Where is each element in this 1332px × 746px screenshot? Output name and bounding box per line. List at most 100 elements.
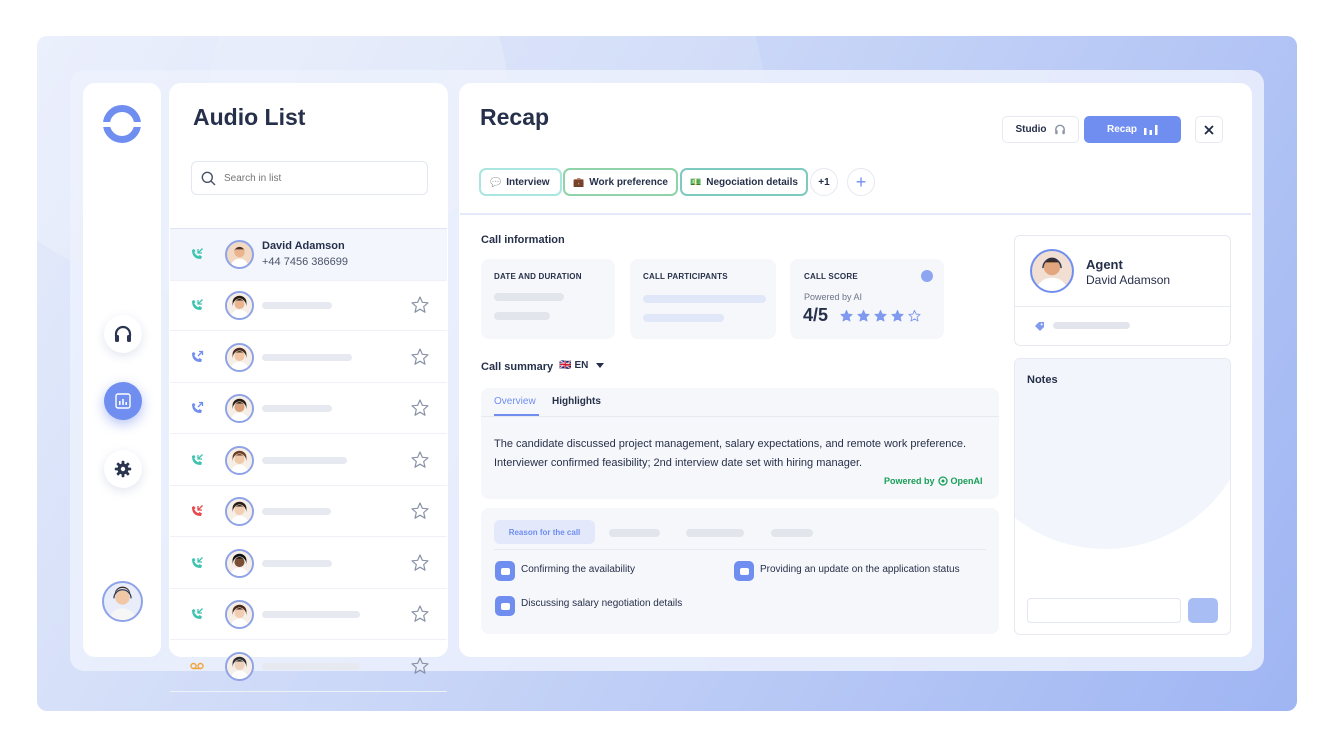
tab-placeholder[interactable] <box>609 529 660 537</box>
tag-icon <box>1035 322 1044 331</box>
search-input[interactable] <box>224 172 414 184</box>
list-item[interactable] <box>170 435 447 486</box>
missed-call-icon <box>192 505 203 516</box>
call-summary-title: Call summary <box>481 361 554 373</box>
incoming-call-icon <box>192 556 203 568</box>
contact-avatar <box>225 600 254 629</box>
app-logo[interactable] <box>101 105 143 143</box>
contact-avatar <box>225 342 254 372</box>
tab-placeholder[interactable] <box>771 529 813 537</box>
star-filled-icon <box>874 309 887 322</box>
more-tags-button[interactable]: +1 <box>810 168 838 196</box>
contact-avatar <box>225 394 254 423</box>
list-item[interactable] <box>170 486 447 537</box>
list-item-selected[interactable]: David Adamson +44 7456 386699 <box>170 228 447 281</box>
add-tag-button[interactable]: + <box>847 168 875 196</box>
name-placeholder <box>262 559 332 567</box>
incoming-call-icon <box>192 608 203 619</box>
studio-button[interactable]: Studio <box>1002 116 1079 143</box>
name-placeholder <box>262 611 360 618</box>
participants-label: CALL PARTICIPANTS <box>643 272 728 281</box>
name-placeholder <box>262 302 332 309</box>
notes-input[interactable] <box>1027 598 1181 623</box>
studio-label: Studio <box>1015 124 1047 135</box>
agent-label: Agent <box>1086 257 1123 272</box>
tab-overview[interactable]: Overview <box>494 396 536 407</box>
summary-text: The candidate discussed project manageme… <box>494 438 967 469</box>
tab-reason[interactable]: Reason for the call <box>494 520 595 544</box>
tag-label: Interview <box>506 176 550 188</box>
tag-negociation[interactable]: 💵 Negociation details <box>680 168 808 196</box>
notes-title: Notes <box>1027 374 1058 386</box>
message-icon <box>495 596 515 616</box>
star-icon[interactable] <box>410 295 430 315</box>
list-item[interactable] <box>170 538 447 589</box>
recap-button[interactable]: Recap <box>1084 116 1181 143</box>
powered-by-openai: Powered by OpenAI <box>884 476 983 486</box>
contact-avatar <box>225 497 254 526</box>
incoming-call-icon <box>192 299 203 310</box>
star-icon[interactable] <box>410 656 430 676</box>
placeholder-bar <box>643 314 724 322</box>
placeholder-bar <box>494 312 550 320</box>
outgoing-call-icon <box>192 401 204 413</box>
star-icon[interactable] <box>410 553 430 573</box>
provider-label: OpenAI <box>950 476 983 486</box>
recap-title: Recap <box>480 104 550 130</box>
gear-icon <box>114 460 132 478</box>
name-placeholder <box>262 405 332 412</box>
star-icon[interactable] <box>410 501 430 521</box>
score-value: 4/5 <box>803 305 829 325</box>
tab-placeholder[interactable] <box>686 529 744 537</box>
star-icon[interactable] <box>410 347 430 367</box>
powered-by-label: Powered by <box>884 476 935 486</box>
reasons-divider <box>494 549 986 550</box>
call-score-label: CALL SCORE <box>804 272 858 281</box>
search-box[interactable] <box>191 161 428 195</box>
user-avatar[interactable] <box>102 581 143 622</box>
nav-recap-button[interactable] <box>104 382 142 420</box>
list-item[interactable] <box>170 332 447 383</box>
language-label: EN <box>574 360 589 371</box>
agent-divider <box>1015 306 1230 307</box>
reason-item: Confirming the availability <box>521 564 635 575</box>
info-icon[interactable] <box>921 270 933 282</box>
name-placeholder <box>262 662 360 670</box>
language-selector[interactable]: 🇬🇧 EN <box>559 360 605 371</box>
openai-logo-icon <box>937 476 948 486</box>
contact-avatar <box>225 548 254 578</box>
list-item[interactable] <box>170 383 447 434</box>
search-icon <box>201 171 216 185</box>
reason-item: Discussing salary negotiation details <box>521 598 683 609</box>
list-item[interactable] <box>170 641 447 692</box>
star-icon[interactable] <box>410 604 430 624</box>
agent-name: David Adamson <box>1086 273 1171 287</box>
star-icon[interactable] <box>410 450 430 470</box>
chevron-down-icon <box>596 363 605 368</box>
audio-list-title: Audio List <box>193 104 306 130</box>
nav-audio-button[interactable] <box>104 315 142 353</box>
reason-item: Providing an update on the application s… <box>760 564 960 575</box>
notes-shape <box>1015 359 1230 549</box>
close-button[interactable] <box>1195 116 1223 143</box>
name-placeholder <box>262 456 347 464</box>
tab-highlights[interactable]: Highlights <box>552 396 601 407</box>
notes-send-button[interactable] <box>1188 598 1218 623</box>
contact-avatar <box>225 291 254 320</box>
speech-bubble-icon: 💬 <box>490 176 502 187</box>
placeholder-bar <box>494 293 564 301</box>
list-item[interactable] <box>170 280 447 331</box>
star-empty-icon <box>908 309 921 322</box>
tag-interview[interactable]: 💬 Interview <box>479 168 562 196</box>
placeholder-bar <box>1053 322 1130 329</box>
list-item[interactable] <box>170 589 447 640</box>
nav-settings-button[interactable] <box>104 450 142 488</box>
star-icon[interactable] <box>410 398 430 418</box>
contact-avatar <box>225 445 254 475</box>
headphones-icon <box>1054 124 1065 135</box>
tag-work-preference[interactable]: 💼 Work preference <box>563 168 678 196</box>
nav-rail <box>83 83 161 657</box>
header-divider <box>460 213 1251 215</box>
tab-divider <box>481 416 999 417</box>
contact-phone: +44 7456 386699 <box>262 256 348 268</box>
